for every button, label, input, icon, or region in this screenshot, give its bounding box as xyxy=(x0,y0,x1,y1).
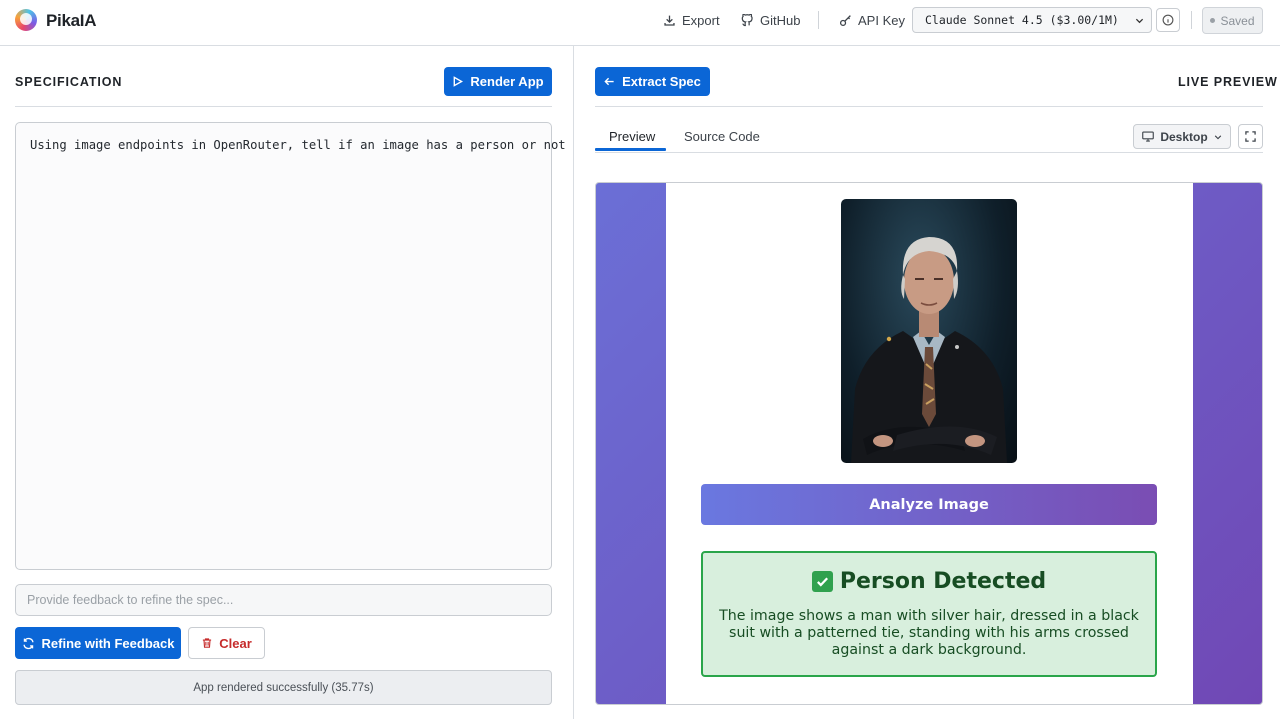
api-key-button[interactable]: API Key xyxy=(839,13,905,28)
info-button[interactable] xyxy=(1156,8,1180,32)
specification-text: Using image endpoints in OpenRouter, tel… xyxy=(30,138,566,152)
github-button[interactable]: GitHub xyxy=(741,13,800,28)
key-icon xyxy=(839,15,851,27)
export-button[interactable]: Export xyxy=(663,13,720,28)
api-key-label: API Key xyxy=(858,13,905,28)
saved-badge: Saved xyxy=(1202,7,1263,34)
divider xyxy=(1191,11,1192,29)
feedback-input[interactable]: Provide feedback to refine the spec... xyxy=(15,584,552,616)
clear-label: Clear xyxy=(219,635,252,651)
status-dot-icon xyxy=(1210,18,1216,23)
github-label: GitHub xyxy=(760,13,801,28)
result-description: The image shows a man with silver hair, … xyxy=(719,608,1139,658)
analyze-image-button[interactable]: Analyze Image xyxy=(701,484,1157,525)
preview-frame: Analyze Image Person Detected The image … xyxy=(595,182,1263,705)
divider xyxy=(595,152,1263,153)
result-title-text: Person Detected xyxy=(839,569,1047,594)
fullscreen-button[interactable] xyxy=(1238,124,1263,149)
divider xyxy=(595,106,1263,107)
clear-button[interactable]: Clear xyxy=(188,627,265,659)
tab-source-code[interactable]: Source Code xyxy=(684,129,760,144)
preview-app-card: Analyze Image Person Detected The image … xyxy=(666,183,1193,704)
status-bar: App rendered successfully (35.77s) xyxy=(15,670,552,705)
model-select-value: Claude Sonnet 4.5 ($3.00/1M) xyxy=(925,13,1119,27)
refine-label: Refine with Feedback xyxy=(41,635,175,651)
device-select[interactable]: Desktop xyxy=(1133,124,1231,149)
monitor-icon xyxy=(1142,131,1155,142)
refine-with-feedback-button[interactable]: Refine with Feedback xyxy=(15,627,181,659)
play-icon xyxy=(453,76,464,87)
github-icon xyxy=(741,14,753,27)
result-title: Person Detected xyxy=(703,569,1155,594)
trash-icon xyxy=(203,638,212,648)
export-label: Export xyxy=(682,13,720,28)
saved-label: Saved xyxy=(1220,13,1255,28)
device-label: Desktop xyxy=(1160,129,1208,144)
specification-textarea[interactable]: Using image endpoints in OpenRouter, tel… xyxy=(15,122,566,570)
tab-preview[interactable]: Preview xyxy=(609,129,655,144)
info-icon xyxy=(1162,14,1174,26)
divider xyxy=(818,11,819,29)
extract-spec-label: Extract Spec xyxy=(622,74,701,89)
arrow-left-icon xyxy=(604,77,614,86)
model-select[interactable]: Claude Sonnet 4.5 ($3.00/1M) xyxy=(912,7,1152,33)
app-name: PikaIA xyxy=(46,11,97,30)
refresh-icon xyxy=(22,637,34,649)
logo-icon xyxy=(15,9,37,31)
render-app-label: Render App xyxy=(470,74,544,89)
result-panel: Person Detected The image shows a man wi… xyxy=(701,551,1157,677)
person-photo xyxy=(851,237,1007,463)
divider xyxy=(15,106,552,107)
specification-title: SPECIFICATION xyxy=(15,75,123,89)
check-icon xyxy=(811,571,833,592)
uploaded-image xyxy=(841,199,1017,463)
live-preview-title: LIVE PREVIEW xyxy=(1178,75,1278,89)
extract-spec-button[interactable]: Extract Spec xyxy=(595,67,710,96)
fullscreen-icon xyxy=(1245,131,1256,142)
render-app-button[interactable]: Render App xyxy=(444,67,552,96)
chevron-down-icon xyxy=(1135,18,1144,24)
top-bar: PikaIA Export GitHub API Key Claude Sonn… xyxy=(0,0,1280,46)
live-preview-panel: Extract Spec LIVE PREVIEW Preview Source… xyxy=(575,46,1280,719)
active-tab-indicator xyxy=(595,148,666,151)
export-icon xyxy=(664,15,675,26)
specification-panel: SPECIFICATION Render App Using image end… xyxy=(0,46,574,719)
chevron-down-icon xyxy=(1214,134,1221,139)
